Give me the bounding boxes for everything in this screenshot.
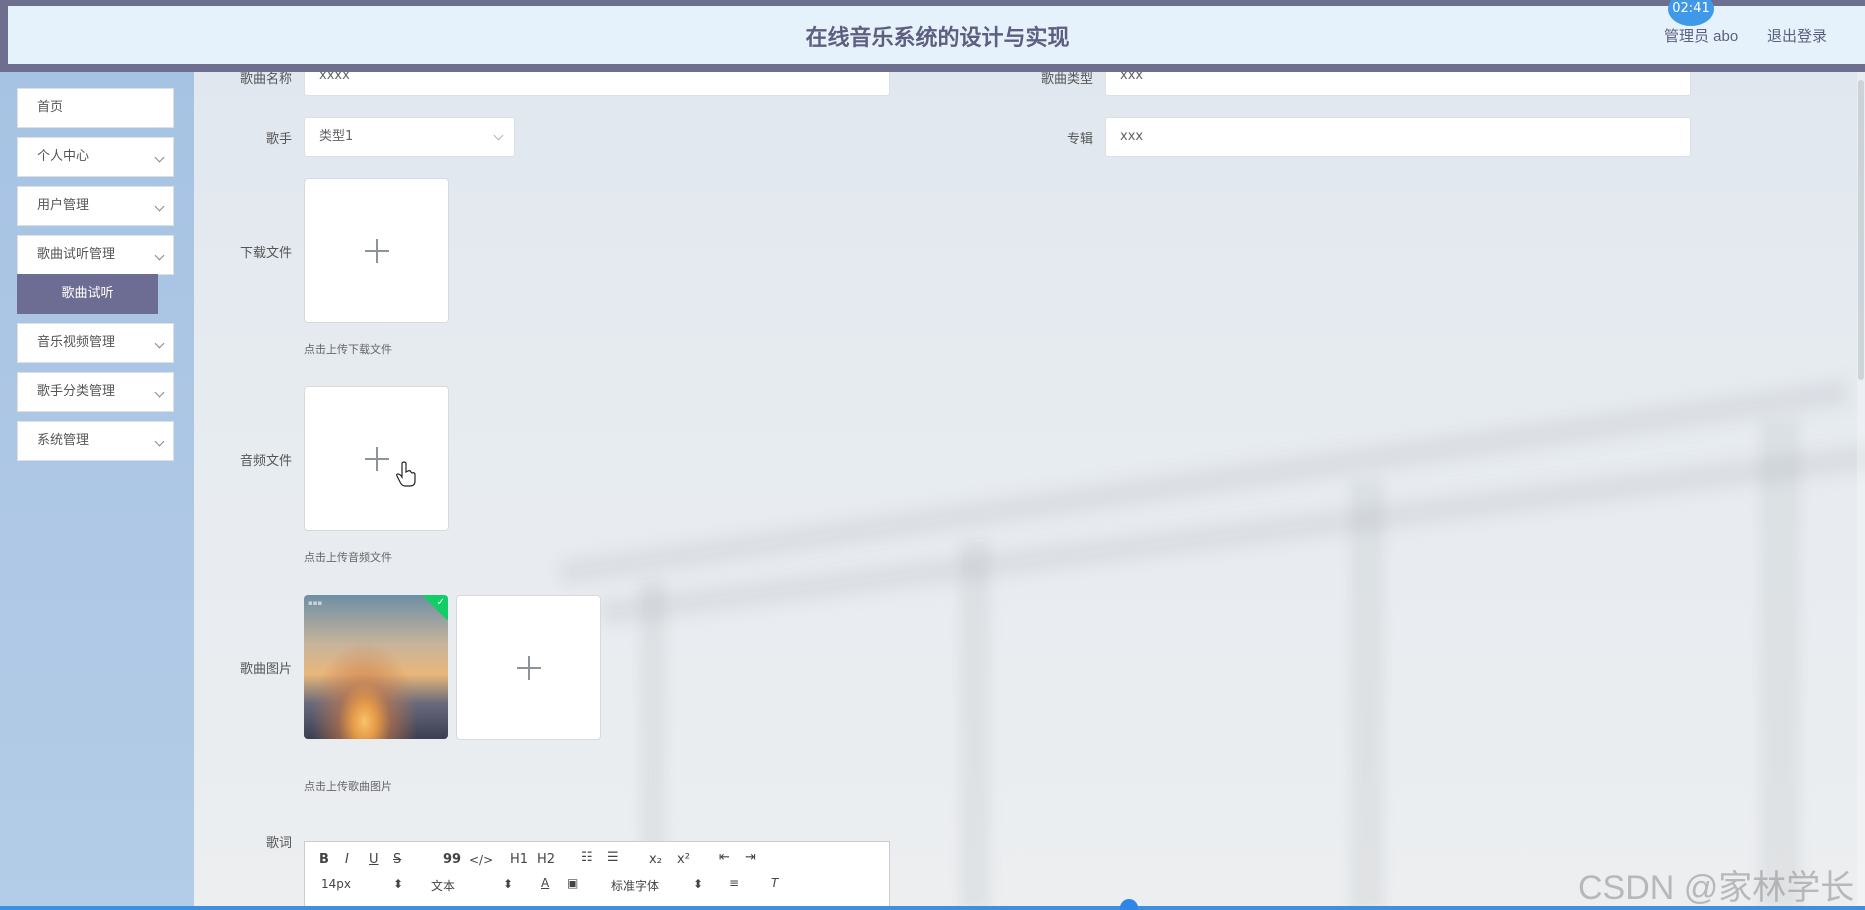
sidebar-item-label: 个人中心 bbox=[37, 149, 90, 164]
background-color-icon[interactable]: ▣ bbox=[567, 876, 578, 890]
subscript-button[interactable]: x₂ bbox=[649, 852, 662, 867]
font-family-arrow-icon: ⬍ bbox=[693, 877, 704, 891]
text-type-select[interactable]: 文本 bbox=[431, 877, 455, 894]
font-size-arrow-icon: ⬍ bbox=[393, 877, 404, 891]
hand-cursor-icon bbox=[396, 461, 416, 487]
chevron-down-icon bbox=[154, 201, 165, 212]
sidebar-item-home[interactable]: 首页 bbox=[17, 88, 174, 128]
audio-upload-box[interactable] bbox=[304, 386, 449, 531]
sidebar-item-label: 歌手分类管理 bbox=[37, 384, 116, 399]
font-family-select[interactable]: 标准字体 bbox=[611, 877, 659, 894]
sidebar-item-music-video[interactable]: 音乐视频管理 bbox=[17, 323, 174, 363]
progress-knob[interactable] bbox=[1120, 899, 1138, 910]
app-title-overlay: 在线音乐系统的设计与实现 bbox=[805, 25, 1070, 50]
heading1-button[interactable]: H1 bbox=[510, 852, 528, 867]
chevron-down-icon bbox=[493, 130, 504, 141]
heading2-button[interactable]: H2 bbox=[537, 852, 555, 867]
sidebar-item-song-preview[interactable]: 歌曲试听管理 bbox=[17, 235, 174, 275]
ordered-list-icon[interactable]: ☷ bbox=[581, 850, 593, 865]
album-label: 专辑 bbox=[1066, 132, 1093, 147]
indent-icon[interactable]: ⇥ bbox=[745, 850, 756, 865]
singer-select[interactable]: 类型1 bbox=[304, 117, 515, 157]
font-size-select[interactable]: 14px bbox=[321, 877, 351, 891]
thumbnail-watermark: ▪▪▪ bbox=[308, 599, 323, 607]
sidebar-item-label: 首页 bbox=[37, 100, 64, 115]
sidebar-item-system[interactable]: 系统管理 bbox=[17, 421, 174, 461]
album-input[interactable]: xxx bbox=[1105, 117, 1691, 157]
logout-link-overlay[interactable]: 退出登录 bbox=[1767, 25, 1827, 46]
blockquote-button[interactable]: 99 bbox=[443, 852, 461, 867]
check-icon: ✓ bbox=[436, 597, 445, 608]
chevron-down-icon bbox=[154, 436, 165, 447]
lyrics-editor[interactable]: B I U S 99 </> H1 H2 ☷ ☰ x₂ x² ⇤ ⇥ 14px … bbox=[304, 841, 890, 910]
lyrics-label: 歌词 bbox=[265, 836, 292, 851]
code-block-button[interactable]: </> bbox=[469, 853, 493, 867]
song-image-label: 歌曲图片 bbox=[239, 662, 292, 677]
image-upload-box[interactable] bbox=[456, 595, 601, 740]
align-icon[interactable]: ≡ bbox=[729, 876, 739, 890]
sidebar-subitem-song-preview[interactable]: 歌曲试听 bbox=[17, 274, 158, 314]
download-file-label: 下载文件 bbox=[239, 246, 292, 261]
chevron-down-icon bbox=[154, 250, 165, 261]
chevron-down-icon bbox=[154, 152, 165, 163]
current-user-overlay: 管理员 abo bbox=[1664, 28, 1739, 45]
sidebar-item-label: 系统管理 bbox=[37, 433, 90, 448]
download-hint: 点击上传下载文件 bbox=[304, 343, 392, 356]
audio-hint: 点击上传音频文件 bbox=[304, 551, 392, 564]
text-color-icon[interactable]: A bbox=[541, 876, 549, 890]
strike-button[interactable]: S bbox=[393, 852, 401, 867]
image-hint: 点击上传歌曲图片 bbox=[304, 780, 392, 793]
clear-format-icon[interactable]: T bbox=[771, 876, 778, 890]
bullet-list-icon[interactable]: ☰ bbox=[607, 850, 619, 865]
sidebar-item-profile[interactable]: 个人中心 bbox=[17, 137, 174, 177]
bold-button[interactable]: B bbox=[319, 852, 329, 867]
superscript-button[interactable]: x² bbox=[677, 852, 690, 867]
chevron-down-icon bbox=[154, 338, 165, 349]
sidebar-item-singer-category[interactable]: 歌手分类管理 bbox=[17, 372, 174, 412]
text-type-arrow-icon: ⬍ bbox=[503, 877, 514, 891]
sidebar-item-label: 音乐视频管理 bbox=[37, 335, 116, 350]
sidebar-item-users[interactable]: 用户管理 bbox=[17, 186, 174, 226]
sidebar-item-label: 歌曲试听管理 bbox=[37, 247, 116, 262]
italic-button[interactable]: I bbox=[345, 852, 349, 867]
song-image-thumbnail[interactable]: ▪▪▪ ✓ bbox=[304, 595, 448, 739]
audio-file-label: 音频文件 bbox=[239, 454, 292, 469]
singer-label: 歌手 bbox=[265, 132, 292, 147]
download-upload-box[interactable] bbox=[304, 178, 449, 323]
chevron-down-icon bbox=[154, 387, 165, 398]
watermark: CSDN @家林学长 bbox=[1578, 869, 1855, 907]
page-scrollbar-thumb[interactable] bbox=[1858, 80, 1864, 380]
sidebar-item-label: 用户管理 bbox=[37, 198, 90, 213]
underline-button[interactable]: U bbox=[369, 852, 379, 867]
singer-value: 类型1 bbox=[319, 129, 354, 144]
outdent-icon[interactable]: ⇤ bbox=[719, 850, 730, 865]
